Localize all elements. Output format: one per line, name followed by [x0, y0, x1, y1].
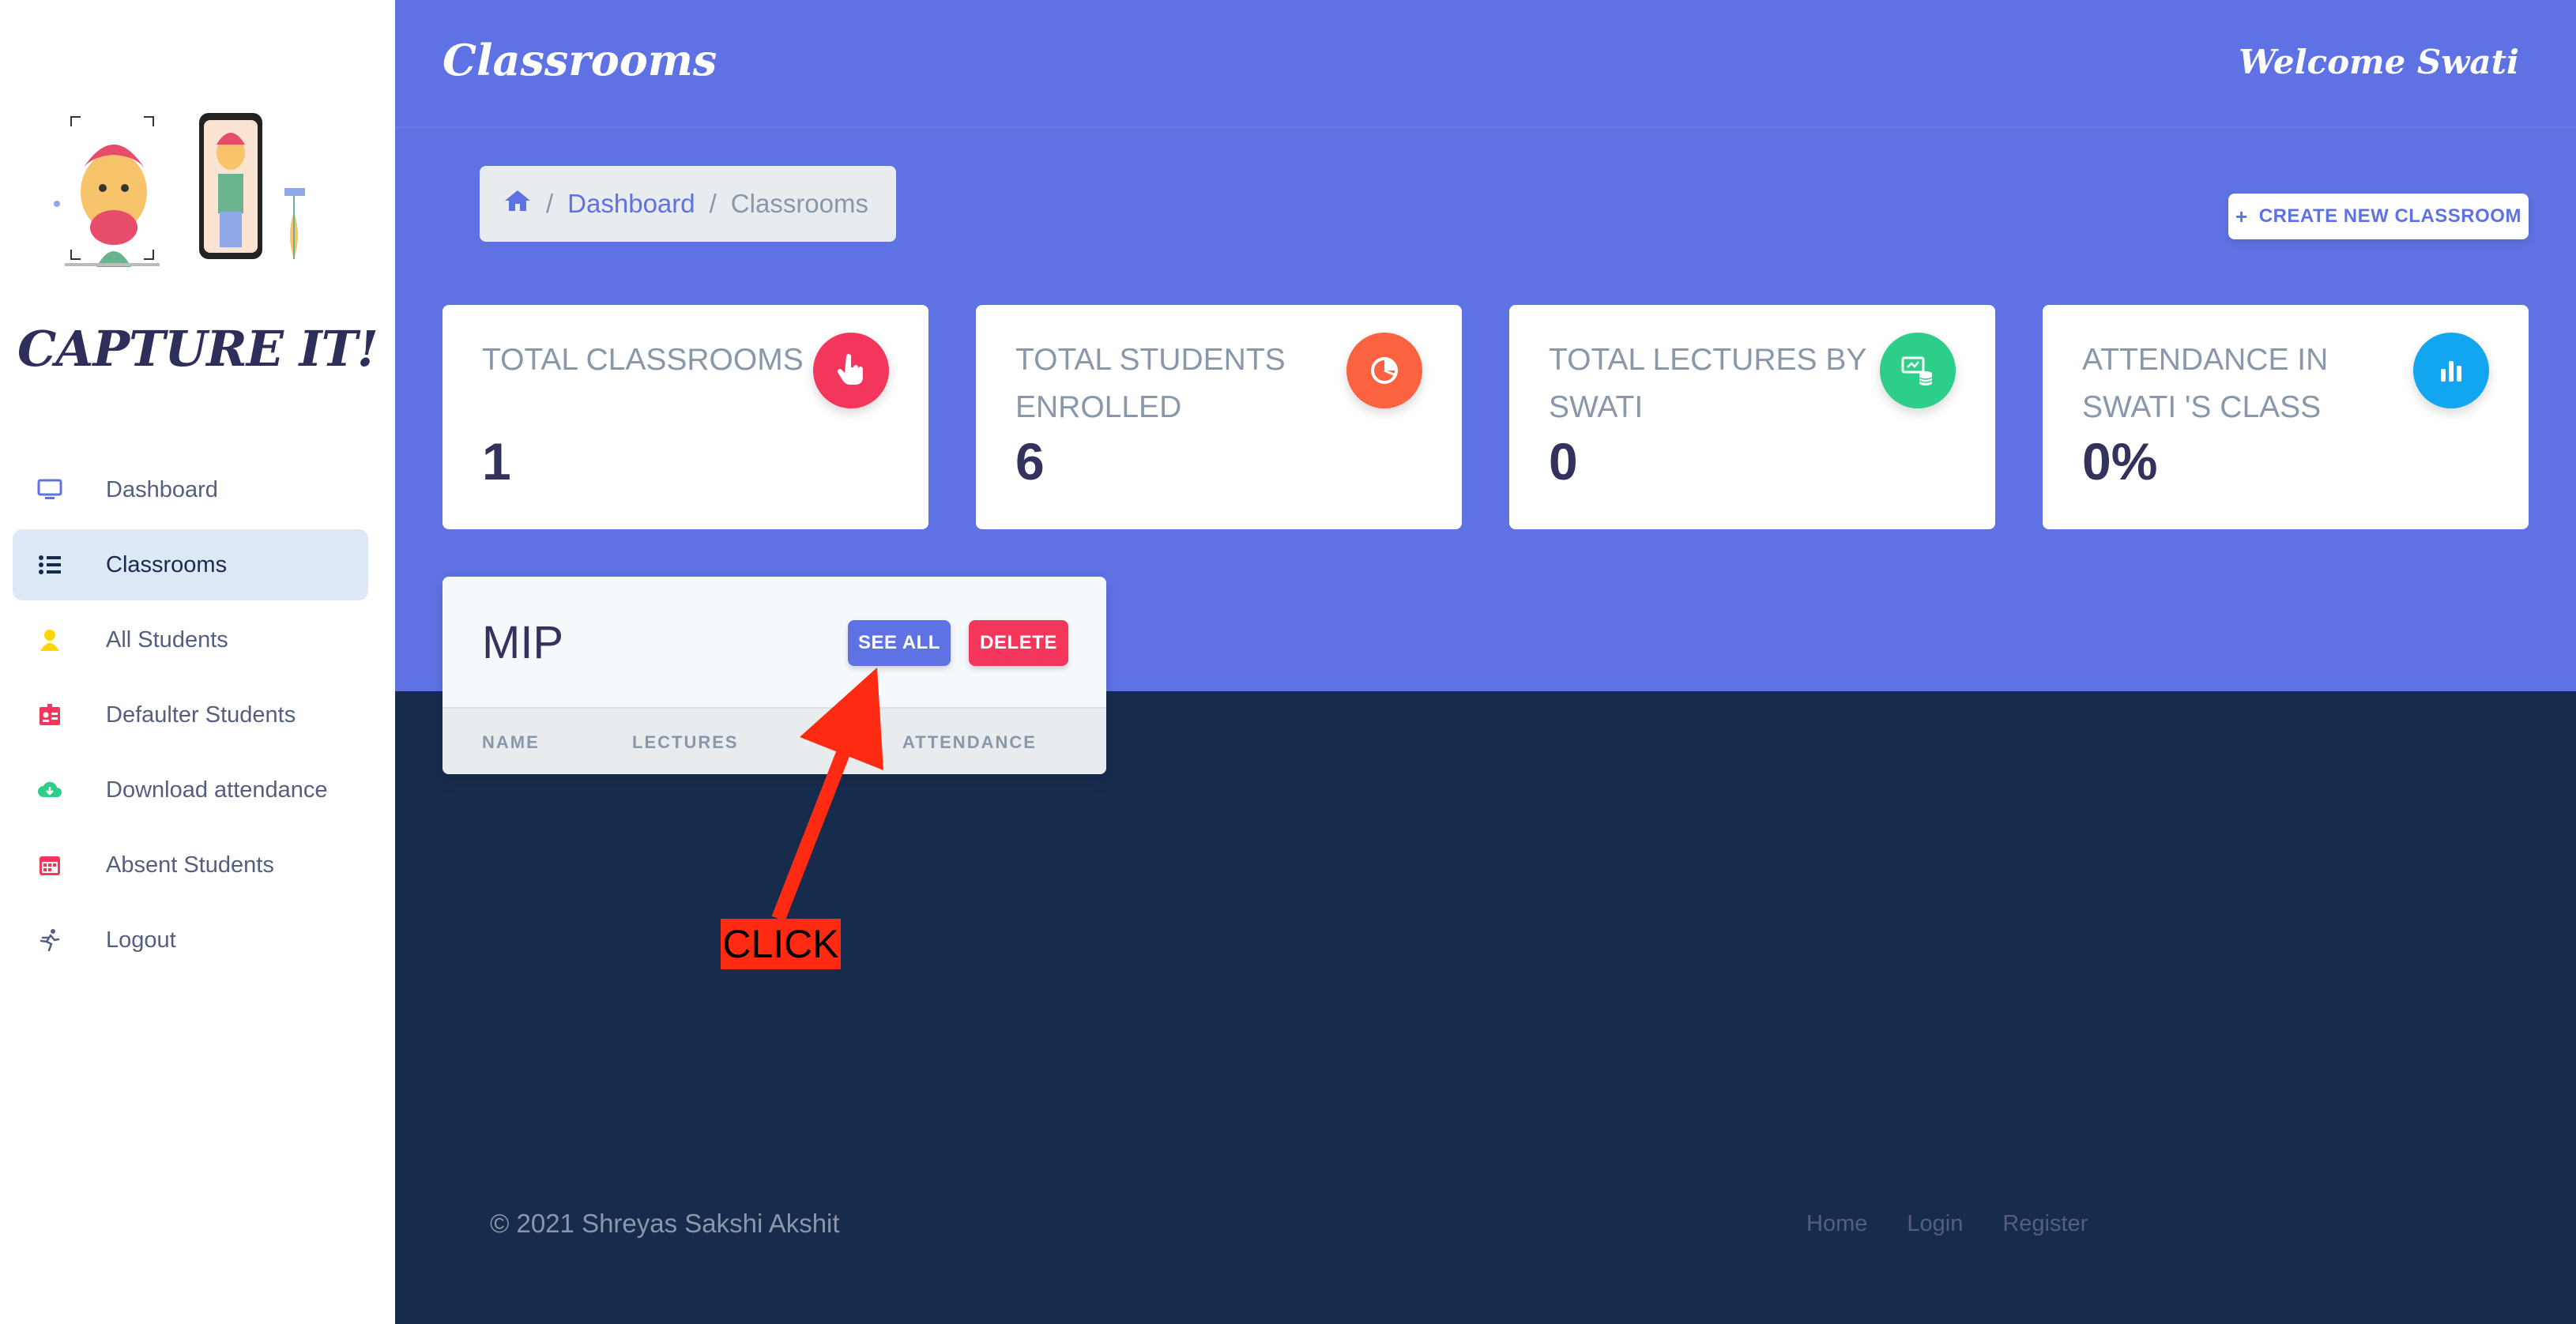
presentation-database-icon: [1880, 333, 1956, 408]
breadcrumb-separator: /: [709, 189, 717, 218]
stat-value: 0%: [2082, 432, 2158, 491]
stat-value: 1: [482, 432, 511, 491]
footer-link-home[interactable]: Home: [1806, 1211, 1867, 1237]
click-annotation-label: CLICK: [721, 919, 841, 969]
footer-links: Home Login Register: [1806, 1211, 2127, 1237]
sidebar-item-absent-students[interactable]: Absent Students: [13, 829, 368, 901]
footer-copyright: © 2021 Shreyas Sakshi Akshit: [490, 1209, 840, 1238]
footer-link-login[interactable]: Login: [1907, 1211, 1963, 1237]
list-icon: [36, 551, 63, 578]
sidebar-nav: Dashboard Classrooms All Students Defaul…: [13, 454, 368, 980]
brand-name: CAPTURE IT!: [17, 320, 378, 378]
stat-card-total-lectures: TOTAL LECTURES BY SWATI 0: [1509, 305, 1995, 529]
user-icon: [36, 626, 63, 653]
sidebar-item-all-students[interactable]: All Students: [13, 604, 368, 675]
classroom-card: MIP SEE ALL DELETE NAME LECTURES ATTENDA…: [443, 577, 1106, 774]
create-new-classroom-label: CREATE NEW CLASSROOM: [2258, 205, 2521, 227]
column-header-name: NAME: [482, 732, 540, 752]
table-header: NAME LECTURES ATTENDANCE: [443, 707, 1106, 774]
bar-chart-icon: [2413, 333, 2489, 408]
stat-value: 0: [1549, 432, 1578, 491]
breadcrumb-dashboard-link[interactable]: Dashboard: [567, 189, 695, 219]
monitor-icon: [36, 476, 63, 503]
stat-value: 6: [1015, 432, 1045, 491]
sidebar-item-label: Logout: [106, 927, 176, 953]
sidebar-item-logout[interactable]: Logout: [13, 905, 368, 976]
breadcrumb-separator: /: [546, 189, 554, 218]
running-person-icon: [36, 927, 63, 954]
breadcrumb-current: Classrooms: [730, 189, 868, 218]
sidebar-item-label: Dashboard: [106, 476, 218, 502]
stat-title: TOTAL STUDENTS ENROLLED: [1015, 343, 1286, 424]
footer-link-register[interactable]: Register: [2002, 1211, 2088, 1237]
sidebar-item-label: Defaulter Students: [106, 701, 296, 728]
sidebar-item-defaulter-students[interactable]: Defaulter Students: [13, 679, 368, 750]
cloud-download-icon: [36, 777, 63, 803]
column-header-attendance: ATTENDANCE: [902, 732, 1037, 752]
sidebar-item-dashboard[interactable]: Dashboard: [13, 454, 368, 525]
page-title: Classrooms: [443, 35, 717, 85]
header-divider: [395, 126, 2576, 128]
stat-title: TOTAL CLASSROOMS: [482, 343, 804, 377]
sidebar-item-label: Download attendance: [106, 777, 328, 803]
stat-title: TOTAL LECTURES BY SWATI: [1549, 343, 1866, 424]
welcome-text: Welcome Swati: [2239, 43, 2519, 81]
column-header-lectures: LECTURES: [632, 732, 739, 752]
create-new-classroom-button[interactable]: + CREATE NEW CLASSROOM: [2228, 194, 2529, 239]
classroom-name: MIP: [482, 617, 564, 668]
delete-button[interactable]: DELETE: [969, 620, 1068, 666]
id-badge-icon: [36, 701, 63, 728]
sidebar: CAPTURE IT! Dashboard Classrooms All Stu…: [0, 0, 395, 1324]
breadcrumb: / Dashboard / Classrooms: [480, 166, 896, 242]
logo-illustration: [54, 113, 305, 267]
stat-card-attendance: ATTENDANCE IN SWATI 'S CLASS 0%: [2043, 305, 2529, 529]
stat-title: ATTENDANCE IN SWATI 'S CLASS: [2082, 343, 2329, 424]
pie-chart-icon: [1346, 333, 1422, 408]
see-all-button[interactable]: SEE ALL: [848, 620, 951, 666]
hand-pointer-icon: [813, 333, 889, 408]
sidebar-item-label: All Students: [106, 626, 228, 653]
sidebar-item-label: Absent Students: [106, 852, 274, 878]
sidebar-item-label: Classrooms: [106, 551, 228, 577]
calendar-icon: [36, 852, 63, 878]
sidebar-item-download-attendance[interactable]: Download attendance: [13, 754, 368, 826]
stat-card-total-classrooms: TOTAL CLASSROOMS 1: [443, 305, 928, 529]
home-icon[interactable]: [503, 189, 532, 219]
stat-card-total-students: TOTAL STUDENTS ENROLLED 6: [976, 305, 1462, 529]
plus-icon: +: [2235, 204, 2248, 228]
sidebar-item-classrooms[interactable]: Classrooms: [13, 529, 368, 600]
